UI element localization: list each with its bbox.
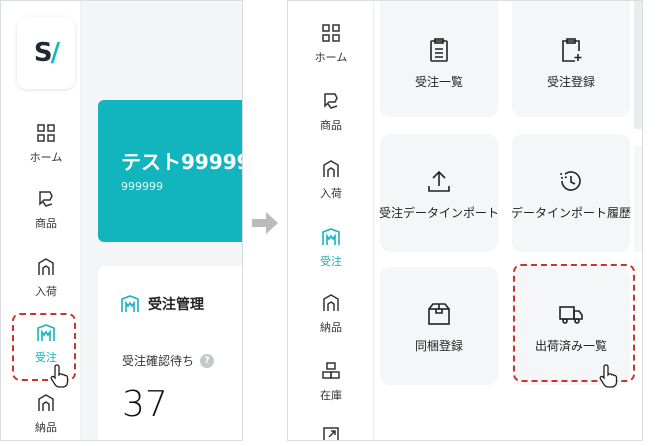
sidebar-item-label: 在庫 xyxy=(320,389,342,402)
hand-cursor-icon xyxy=(599,364,618,388)
store-id: 999999 xyxy=(121,180,163,193)
clipboard-add-icon xyxy=(562,38,582,62)
menu-tile-order-list[interactable]: 受注一覧 xyxy=(380,1,498,117)
sidebar-item-label: 納品 xyxy=(320,321,342,334)
tile-label: 受注データインポート xyxy=(379,206,500,220)
sidebar-item-label: 商品 xyxy=(320,119,342,132)
sidebar-item-label: 納品 xyxy=(35,421,57,434)
grid-icon xyxy=(37,124,55,142)
menu-tile-order-import[interactable]: 受注データインポート xyxy=(379,134,500,252)
sidebar-item-home[interactable]: ホーム xyxy=(17,123,75,165)
clipboard-list-icon xyxy=(430,38,448,62)
sidebar-item-products[interactable]: 商品 xyxy=(17,189,75,231)
help-icon[interactable]: ? xyxy=(200,353,215,368)
sidebar: ホーム 商品 入荷 受注 納品 在庫 xyxy=(288,1,374,440)
card-title: 受注管理 xyxy=(148,297,204,313)
tile-label: 受注登録 xyxy=(546,75,595,89)
arrival-icon xyxy=(38,258,54,275)
grid-icon xyxy=(322,24,340,42)
hand-cursor-icon xyxy=(50,364,69,388)
history-icon xyxy=(560,171,581,191)
delivery-icon xyxy=(323,294,339,311)
sidebar-item-delivery[interactable]: 納品 xyxy=(302,293,360,335)
sidebar-item-label: 入荷 xyxy=(320,187,342,200)
store-name: テスト999999 xyxy=(121,150,242,174)
sidebar-item-products[interactable]: 商品 xyxy=(302,91,360,133)
sidebar-item-home[interactable]: ホーム xyxy=(302,23,360,65)
tile-label: 受注一覧 xyxy=(414,75,463,89)
sidebar-item-arrival[interactable]: 入荷 xyxy=(302,159,360,201)
inventory-icon xyxy=(322,362,340,379)
scroll-edge xyxy=(634,146,642,252)
order-management-card: 受注管理 受注確認待ち ? 37 xyxy=(98,266,242,440)
sidebar-item-arrival[interactable]: 入荷 xyxy=(17,257,75,299)
sidebar-item-more[interactable] xyxy=(302,425,360,440)
main-content: テスト999999 999999 受注管理 受注確認待ち ? 37 xyxy=(81,1,242,440)
sidebar-item-label: ホーム xyxy=(314,51,348,64)
order-icon xyxy=(322,228,340,245)
menu-tile-order-register[interactable]: 受注登録 xyxy=(512,1,630,117)
export-icon xyxy=(323,427,339,440)
arrival-icon xyxy=(323,160,339,177)
sidebar-item-label: ホーム xyxy=(29,151,63,164)
product-tag-icon xyxy=(324,93,338,109)
order-icon xyxy=(121,295,139,312)
menu-tile-bundle-register[interactable]: 同梱登録 xyxy=(380,267,498,385)
sidebar-item-delivery[interactable]: 納品 xyxy=(17,393,75,435)
delivery-icon xyxy=(38,394,54,411)
sidebar-item-label: 商品 xyxy=(35,217,57,230)
arrow-right-icon xyxy=(252,212,278,234)
box-icon xyxy=(428,303,450,325)
product-tag-icon xyxy=(39,191,53,207)
sidebar-item-label: 入荷 xyxy=(35,285,57,298)
sidebar-item-label: 受注 xyxy=(320,255,342,268)
store-banner[interactable]: テスト999999 999999 xyxy=(98,100,242,242)
sidebar-item-orders[interactable]: 受注 xyxy=(302,227,360,269)
menu-tile-import-history[interactable]: データインポート履歴 xyxy=(511,134,632,252)
app-logo[interactable]: S/ xyxy=(17,17,75,89)
upload-icon xyxy=(428,170,450,192)
scroll-edge xyxy=(634,1,642,129)
tile-label: データインポート履歴 xyxy=(511,206,632,220)
pending-label: 受注確認待ち xyxy=(122,354,195,368)
tile-label: 同梱登録 xyxy=(414,339,463,353)
pending-count[interactable]: 37 xyxy=(122,384,168,425)
sidebar-item-inventory[interactable]: 在庫 xyxy=(302,361,360,403)
